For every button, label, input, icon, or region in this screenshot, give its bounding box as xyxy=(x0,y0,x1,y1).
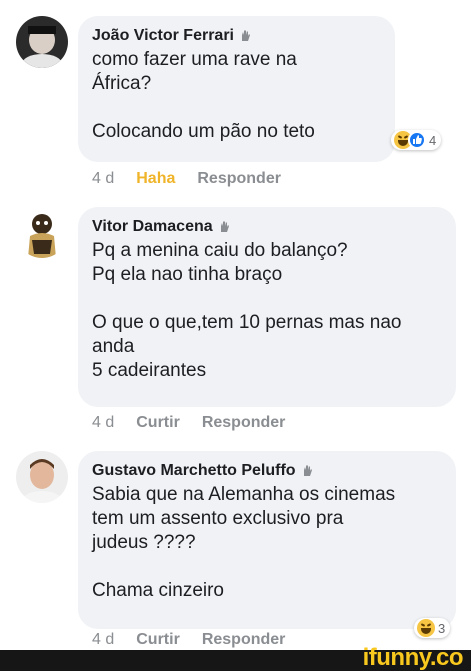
comment-text: Sabia que na Alemanha os cinemas tem um … xyxy=(92,484,396,601)
reply-button[interactable]: Responder xyxy=(197,169,281,189)
author-name[interactable]: João Victor Ferrari xyxy=(92,26,234,46)
like-button[interactable]: Curtir xyxy=(136,630,180,650)
comment-bubble: Gustavo Marchetto Peluffo Sabia que na A… xyxy=(78,451,456,629)
reaction-count: 4 xyxy=(429,132,437,148)
author-name[interactable]: Gustavo Marchetto Peluffo xyxy=(92,461,296,481)
comment-text: como fazer uma rave na África? Colocando… xyxy=(92,49,315,142)
comment-author[interactable]: João Victor Ferrari xyxy=(92,26,379,46)
reply-button[interactable]: Responder xyxy=(202,630,286,650)
avatar[interactable] xyxy=(16,451,68,503)
wave-icon xyxy=(220,221,229,232)
avatar[interactable] xyxy=(16,16,68,68)
avatar[interactable] xyxy=(16,206,68,258)
comment-bubble: João Victor Ferrari como fazer uma rave … xyxy=(78,16,395,162)
reaction-count: 3 xyxy=(438,620,446,636)
haha-reaction-button[interactable]: Haha xyxy=(136,169,175,189)
timestamp[interactable]: 4 d xyxy=(92,169,114,189)
reactions-summary[interactable]: 4 xyxy=(391,130,442,150)
timestamp[interactable]: 4 d xyxy=(92,413,114,433)
comment-author[interactable]: Vitor Damacena xyxy=(92,217,440,237)
comment-actions: 4 d Curtir Responder xyxy=(92,630,285,650)
haha-icon xyxy=(417,619,435,637)
comment-actions: 4 d Curtir Responder xyxy=(92,413,285,433)
comment-actions: 4 d Haha Responder xyxy=(92,169,281,189)
like-button[interactable]: Curtir xyxy=(136,413,180,433)
ifunny-logo: ifunny.co xyxy=(362,644,464,671)
timestamp[interactable]: 4 d xyxy=(92,630,114,650)
reactions-summary[interactable]: 3 xyxy=(414,618,451,638)
comment-text: Pq a menina caiu do balanço? Pq ela nao … xyxy=(92,240,402,381)
wave-icon xyxy=(241,30,250,41)
comment-author[interactable]: Gustavo Marchetto Peluffo xyxy=(92,461,440,481)
author-name[interactable]: Vitor Damacena xyxy=(92,217,213,237)
comment-bubble: Vitor Damacena Pq a menina caiu do balan… xyxy=(78,207,456,407)
wave-icon xyxy=(303,465,312,476)
like-icon xyxy=(408,131,426,149)
reply-button[interactable]: Responder xyxy=(202,413,286,433)
